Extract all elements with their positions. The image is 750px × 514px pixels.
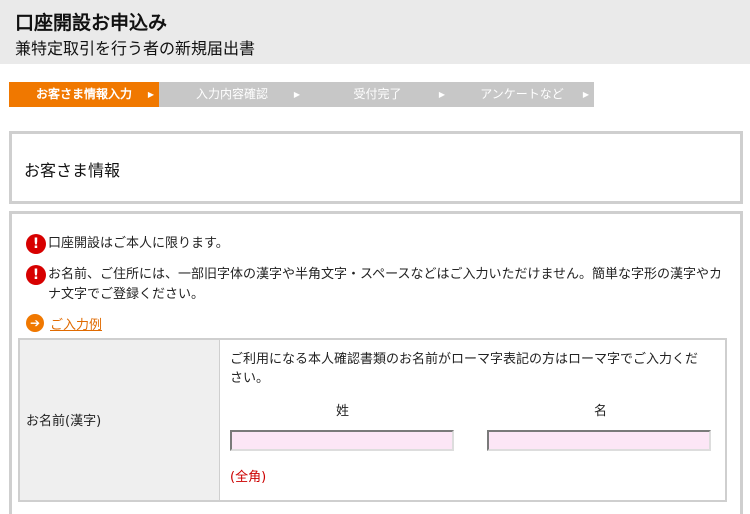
step-label: お客さま情報入力: [35, 87, 132, 101]
surname-input[interactable]: [230, 430, 454, 451]
given-name-input[interactable]: [487, 430, 711, 451]
notice-text: 口座開設はご本人に限ります。: [48, 236, 229, 251]
step-confirm: 入力内容確認 ▶: [159, 82, 306, 107]
name-label-cell: お名前(漢字): [20, 340, 220, 500]
page-title: 口座開設お申込み: [15, 12, 168, 34]
step-label: 入力内容確認: [195, 87, 268, 101]
section-title: お客さま情報: [24, 161, 121, 180]
notice-text: お名前、ご住所には、一部旧字体の漢字や半角文字・スペースなどはご入力いただけませ…: [48, 267, 723, 302]
step-arrow-icon: ▶: [438, 90, 445, 99]
progress-steps: お客さま情報入力 ▶ 入力内容確認 ▶ 受付完了 ▶ アンケートなど ▶: [9, 82, 594, 107]
step-arrow-icon: ▶: [582, 90, 589, 99]
arrow-right-icon: ➔: [26, 314, 44, 332]
step-survey: アンケートなど ▶: [450, 82, 594, 107]
step-complete: 受付完了 ▶: [305, 82, 451, 107]
step-customer-info: お客さま情報入力 ▶: [9, 82, 160, 107]
name-label: お名前(漢字): [26, 414, 102, 429]
fullwidth-hint: (全角): [230, 470, 267, 485]
step-label: 受付完了: [353, 87, 402, 101]
step-arrow-icon: ▶: [147, 90, 154, 99]
name-form-table: お名前(漢字) ご利用になる本人確認書類のお名前がローマ字表記の方はローマ字でご…: [18, 338, 727, 502]
step-label: アンケートなど: [480, 87, 564, 101]
page-header: 口座開設お申込み 兼特定取引を行う者の新規届出書: [0, 0, 750, 64]
form-panel: ! 口座開設はご本人に限ります。 ! お名前、ご住所には、一部旧字体の漢字や半角…: [9, 211, 743, 514]
name-input-cell: ご利用になる本人確認書類のお名前がローマ字表記の方はローマ字でご入力ください。 …: [220, 340, 725, 500]
romanization-note: ご利用になる本人確認書類のお名前がローマ字表記の方はローマ字でご入力ください。: [230, 352, 699, 386]
exclamation-icon: !: [26, 265, 46, 285]
surname-label: 姓: [336, 404, 350, 419]
page-subtitle: 兼特定取引を行う者の新規届出書: [15, 39, 256, 58]
exclamation-icon: !: [26, 234, 46, 254]
section-header-panel: お客さま情報: [9, 131, 743, 204]
step-arrow-icon: ▶: [293, 90, 300, 99]
given-name-label: 名: [594, 404, 608, 419]
input-example-text[interactable]: ご入力例: [50, 314, 102, 333]
